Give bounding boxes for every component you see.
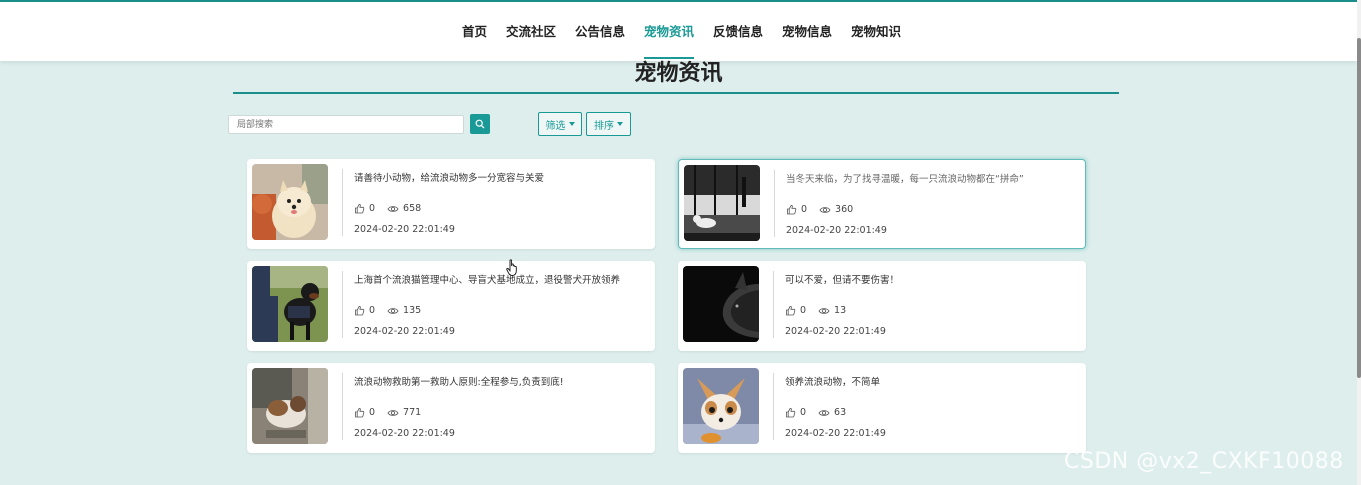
article-stats: 0 135	[354, 305, 421, 316]
view-count: 658	[403, 203, 422, 214]
article-card[interactable]: 领养流浪动物，不简单 0 63 2024-02-20 22:01:49	[678, 363, 1086, 453]
divider	[773, 373, 774, 440]
nav-item-community[interactable]: 交流社区	[506, 2, 556, 61]
top-navbar: 首页 交流社区 公告信息 宠物资讯 反馈信息 宠物信息 宠物知识	[0, 2, 1357, 61]
filter-dropdown-button[interactable]: 筛选	[538, 112, 582, 136]
view-count: 360	[835, 204, 854, 215]
view-count: 135	[403, 305, 422, 316]
like-count: 0	[800, 305, 807, 316]
article-stats: 0 658	[354, 203, 421, 214]
thumbs-up-icon	[786, 407, 796, 418]
nav-item-pet-info[interactable]: 宠物信息	[782, 2, 832, 61]
eye-icon	[387, 307, 399, 314]
search-button[interactable]	[470, 114, 490, 134]
article-title: 可以不爱，但请不要伤害！	[785, 275, 900, 286]
nav-item-announcements[interactable]: 公告信息	[575, 2, 625, 61]
article-thumbnail	[683, 368, 759, 444]
article-thumbnail	[252, 164, 328, 240]
article-date: 2024-02-20 22:01:49	[785, 326, 886, 337]
like-count: 0	[369, 407, 376, 418]
article-card[interactable]: 上海首个流浪猫管理中心、导盲犬基地成立，退役警犬开放领养 0 135 2024-…	[247, 261, 655, 351]
eye-icon	[387, 409, 399, 416]
article-card[interactable]: 流浪动物救助第一救助人原则:全程参与,负责到底! 0 771 2024-02-2…	[247, 363, 655, 453]
search-icon	[475, 119, 485, 129]
divider	[774, 170, 775, 237]
like-count: 0	[800, 407, 807, 418]
article-card[interactable]: 请善待小动物，给流浪动物多一分宽容与关爱 0 658 2024-02-20 22…	[247, 159, 655, 249]
watermark: CSDN @vx2_CXKF10088	[1064, 449, 1344, 474]
article-stats: 0 771	[354, 407, 421, 418]
sort-dropdown-button[interactable]: 排序	[586, 112, 631, 136]
divider	[773, 271, 774, 338]
scrollbar-thumb[interactable]	[1357, 38, 1361, 378]
view-count: 63	[834, 407, 847, 418]
nav-item-pet-knowledge[interactable]: 宠物知识	[851, 2, 901, 61]
thumbs-up-icon	[355, 407, 365, 418]
chevron-down-icon	[568, 122, 575, 126]
thumbs-up-icon	[787, 204, 797, 215]
nav-item-feedback[interactable]: 反馈信息	[713, 2, 763, 61]
article-card[interactable]: 当冬天来临，为了找寻温暖，每一只流浪动物都在“拼命” 0 360 2024-02…	[678, 159, 1086, 249]
article-stats: 0 360	[786, 204, 853, 215]
nav-item-pet-news[interactable]: 宠物资讯	[643, 2, 695, 61]
view-count: 771	[403, 407, 422, 418]
article-date: 2024-02-20 22:01:49	[354, 224, 455, 235]
article-card[interactable]: 可以不爱，但请不要伤害！ 0 13 2024-02-20 22:01:49	[678, 261, 1086, 351]
article-title: 当冬天来临，为了找寻温暖，每一只流浪动物都在“拼命”	[786, 174, 1024, 185]
article-date: 2024-02-20 22:01:49	[354, 428, 455, 439]
divider	[342, 169, 343, 236]
like-count: 0	[369, 203, 376, 214]
like-count: 0	[369, 305, 376, 316]
article-title: 流浪动物救助第一救助人原则:全程参与,负责到底!	[354, 377, 564, 388]
page-title: 宠物资讯	[634, 61, 723, 86]
thumbs-up-icon	[786, 305, 796, 316]
sort-label: 排序	[594, 120, 614, 132]
title-underline	[233, 92, 1119, 94]
eye-icon	[818, 307, 830, 314]
article-thumbnail	[252, 266, 328, 342]
filter-label: 筛选	[545, 120, 566, 132]
article-date: 2024-02-20 22:01:49	[785, 428, 886, 439]
like-count: 0	[801, 204, 808, 215]
eye-icon	[818, 409, 830, 416]
article-title: 请善待小动物，给流浪动物多一分宽容与关爱	[354, 173, 545, 184]
divider	[342, 373, 343, 440]
thumbs-up-icon	[355, 305, 365, 316]
page-scrollbar[interactable]	[1357, 0, 1361, 485]
view-count: 13	[834, 305, 847, 316]
nav-item-home[interactable]: 首页	[462, 2, 487, 61]
search-input[interactable]	[228, 115, 464, 134]
eye-icon	[387, 205, 399, 212]
divider	[342, 271, 343, 338]
article-stats: 0 13	[785, 305, 846, 316]
article-title: 领养流浪动物，不简单	[785, 377, 881, 388]
article-stats: 0 63	[785, 407, 846, 418]
article-date: 2024-02-20 22:01:49	[786, 225, 887, 236]
article-thumbnail	[684, 165, 760, 241]
article-thumbnail	[683, 266, 759, 342]
article-date: 2024-02-20 22:01:49	[354, 326, 455, 337]
eye-icon	[819, 206, 831, 213]
chevron-down-icon	[617, 122, 623, 126]
hand-cursor-icon	[506, 259, 517, 276]
article-title: 上海首个流浪猫管理中心、导盲犬基地成立，退役警犬开放领养	[354, 275, 621, 286]
thumbs-up-icon	[355, 203, 365, 214]
article-thumbnail	[252, 368, 328, 444]
